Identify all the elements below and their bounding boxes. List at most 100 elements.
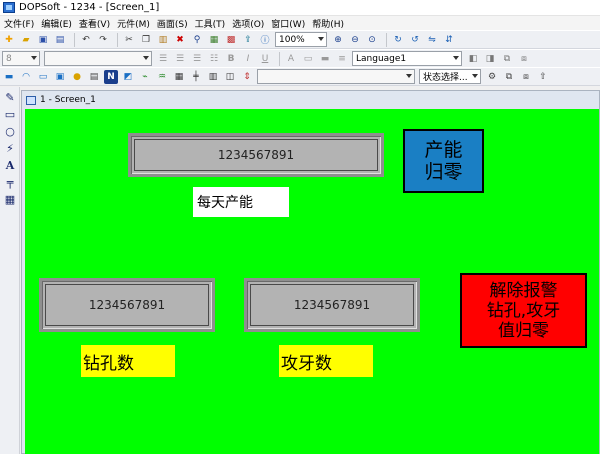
chevron-down-icon <box>143 56 149 60</box>
clear-alarm-button[interactable]: 解除报警 钻孔,攻牙 值归零 <box>460 273 587 348</box>
state-select-value: 状态选择... <box>423 73 468 83</box>
align-left-icon[interactable]: ☰ <box>156 52 170 66</box>
rotate-ccw-icon[interactable]: ↺ <box>408 33 422 47</box>
line-style-icon[interactable]: ≡ <box>335 52 349 66</box>
toolbar-separator <box>117 32 118 47</box>
menu-file[interactable]: 文件(F) <box>4 17 34 30</box>
undo-icon[interactable]: ↶ <box>79 33 93 47</box>
menu-edit[interactable]: 编辑(E) <box>41 17 72 30</box>
state-select[interactable]: 状态选择... <box>419 69 481 84</box>
align-justify-icon[interactable]: ☷ <box>207 52 221 66</box>
save-icon[interactable]: ▣ <box>36 33 50 47</box>
numeric-display-drill[interactable]: 1234567891 <box>39 278 215 332</box>
redo-icon[interactable]: ↷ <box>96 33 110 47</box>
zoom-fit-icon[interactable]: ⊙ <box>365 33 379 47</box>
scale-icon[interactable]: ╤ <box>3 175 17 189</box>
language-value: Language1 <box>356 53 407 64</box>
calendar-element-icon[interactable]: ◫ <box>223 70 237 84</box>
bar-element-icon[interactable]: ▭ <box>36 70 50 84</box>
reset-output-line1: 产能 <box>424 139 463 161</box>
screen-window-title: 1 - Screen_1 <box>40 95 96 105</box>
flip-h-icon[interactable]: ⇋ <box>425 33 439 47</box>
object-select[interactable] <box>257 69 415 84</box>
lamp-element-icon[interactable]: ● <box>70 70 84 84</box>
save-all-icon[interactable]: ▤ <box>53 33 67 47</box>
copy-state-icon[interactable]: ⧉ <box>502 70 516 84</box>
bring-front-icon[interactable]: ◧ <box>466 52 480 66</box>
toolbar-separator <box>386 32 387 47</box>
reset-output-button[interactable]: 产能 归零 <box>403 129 484 193</box>
menu-tools[interactable]: 工具(T) <box>195 17 226 30</box>
download-icon[interactable]: ▩ <box>224 33 238 47</box>
tap-count-label-text: 攻牙数 <box>281 353 332 374</box>
graphic-element-icon[interactable]: ▤ <box>87 70 101 84</box>
clear-alarm-line2: 钻孔,攻牙 <box>486 300 561 321</box>
underline-icon[interactable]: U <box>258 52 272 66</box>
menu-view[interactable]: 查看(V) <box>79 17 110 30</box>
find-icon[interactable]: ⚲ <box>190 33 204 47</box>
properties-icon[interactable]: ⚙ <box>485 70 499 84</box>
daily-output-label: 每天产能 <box>193 187 289 217</box>
alarm-element-icon[interactable]: ♒ <box>155 70 169 84</box>
rotate-cw-icon[interactable]: ↻ <box>391 33 405 47</box>
font-name-select[interactable] <box>44 51 152 66</box>
ungroup-icon[interactable]: ⧈ <box>517 52 531 66</box>
italic-icon[interactable]: I <box>241 52 255 66</box>
state-up-icon[interactable]: ⇧ <box>536 70 550 84</box>
polyline-icon[interactable]: ⚡ <box>3 141 17 155</box>
align-right-icon[interactable]: ☰ <box>190 52 204 66</box>
language-select[interactable]: Language1 <box>352 51 462 66</box>
menu-help[interactable]: 帮助(H) <box>312 17 344 30</box>
keypad-element-icon[interactable]: ▦ <box>172 70 186 84</box>
pencil-icon[interactable]: ✎ <box>3 90 17 104</box>
line-color-icon[interactable]: ▭ <box>301 52 315 66</box>
menu-element[interactable]: 元件(M) <box>117 17 150 30</box>
compile-icon[interactable]: ▦ <box>207 33 221 47</box>
paste-icon[interactable]: ▥ <box>156 33 170 47</box>
fill-color-icon[interactable]: ▬ <box>318 52 332 66</box>
meter-element-icon[interactable]: ◠ <box>19 70 33 84</box>
text-icon[interactable]: A <box>3 158 17 172</box>
circle-icon[interactable]: ○ <box>3 124 17 138</box>
paste-state-icon[interactable]: ⧈ <box>519 70 533 84</box>
new-icon[interactable]: ✚ <box>2 33 16 47</box>
slider-element-icon[interactable]: ╪ <box>189 70 203 84</box>
hmi-canvas[interactable]: 1234567891 每天产能 产能 归零 1234567891 1234567… <box>25 109 599 454</box>
numeric-display-daily[interactable]: 1234567891 <box>128 133 384 177</box>
menu-window[interactable]: 窗口(W) <box>271 17 305 30</box>
sort-element-icon[interactable]: ⇕ <box>240 70 254 84</box>
flip-v-icon[interactable]: ⇵ <box>442 33 456 47</box>
title-bar: DOPSoft - 1234 - [Screen_1] <box>0 0 600 16</box>
menu-options[interactable]: 选项(O) <box>232 17 264 30</box>
button-element-icon[interactable]: ▬ <box>2 70 16 84</box>
align-center-icon[interactable]: ☰ <box>173 52 187 66</box>
bold-icon[interactable]: B <box>224 52 238 66</box>
daily-output-label-text: 每天产能 <box>197 195 253 211</box>
simulate-icon[interactable]: ⇪ <box>241 33 255 47</box>
table-element-icon[interactable]: ▥ <box>206 70 220 84</box>
cut-icon[interactable]: ✂ <box>122 33 136 47</box>
chart-element-icon[interactable]: ◩ <box>121 70 135 84</box>
numeric-display-tap[interactable]: 1234567891 <box>244 278 420 332</box>
trend-element-icon[interactable]: ⌁ <box>138 70 152 84</box>
zoom-in-icon[interactable]: ⊕ <box>331 33 345 47</box>
open-icon[interactable]: ▰ <box>19 33 33 47</box>
screen-window-titlebar: 1 - Screen_1 <box>22 91 599 109</box>
menu-screen[interactable]: 画面(S) <box>157 17 188 30</box>
send-back-icon[interactable]: ◨ <box>483 52 497 66</box>
numeric-element-icon[interactable]: N <box>104 69 118 84</box>
zoom-out-icon[interactable]: ⊖ <box>348 33 362 47</box>
font-size-select[interactable]: 8 <box>2 51 40 66</box>
zoom-select[interactable]: 100% <box>275 32 327 47</box>
drill-count-label: 钻孔数 <box>81 345 175 377</box>
rectangle-icon[interactable]: ▭ <box>3 107 17 121</box>
pipe-element-icon[interactable]: ▣ <box>53 70 67 84</box>
display-frame <box>250 284 414 326</box>
group-icon[interactable]: ⧉ <box>500 52 514 66</box>
delete-icon[interactable]: ✖ <box>173 33 187 47</box>
font-color-icon[interactable]: A <box>284 52 298 66</box>
table-icon[interactable]: ▦ <box>3 192 17 206</box>
reset-output-line2: 归零 <box>424 161 463 183</box>
info-icon[interactable]: ⓘ <box>258 33 272 47</box>
copy-icon[interactable]: ❐ <box>139 33 153 47</box>
